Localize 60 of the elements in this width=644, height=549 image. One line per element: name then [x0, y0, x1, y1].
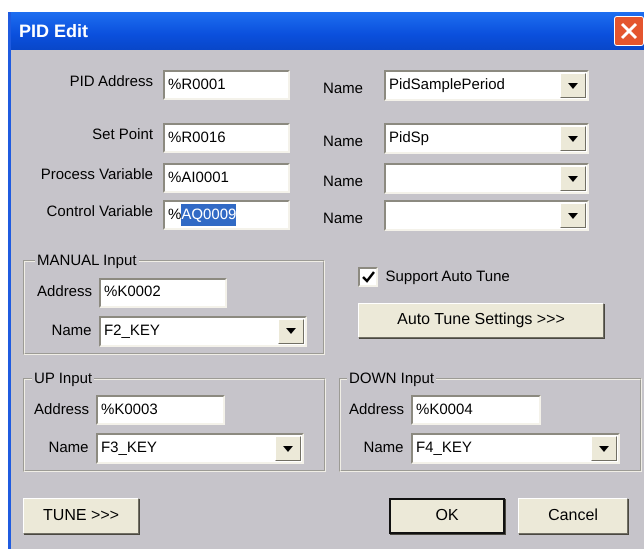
field-label: Control Variable: [46, 202, 153, 222]
field-label: Name: [323, 79, 364, 99]
dropdown-field[interactable]: [384, 163, 589, 194]
field-label: Name: [323, 132, 364, 152]
dropdown-field[interactable]: [384, 200, 589, 231]
input-field[interactable]: %R0001: [163, 70, 290, 100]
group-label: UP Input: [33, 370, 94, 387]
field-label: Process Variable: [40, 165, 153, 185]
input-field[interactable]: %AQ0009: [163, 200, 290, 230]
dropdown-field[interactable]: PidSamplePeriod: [384, 70, 589, 101]
caret-icon: [568, 82, 578, 88]
field-label: PID Address: [68, 72, 153, 92]
dropdown-value: PidSp: [389, 128, 430, 148]
close-icon: [620, 22, 638, 40]
caret-icon: [568, 136, 578, 142]
dropdown-button[interactable]: [560, 166, 586, 191]
field-label: Name: [323, 209, 364, 229]
input-field[interactable]: %K0003: [96, 395, 225, 425]
input-field[interactable]: %K0002: [99, 278, 227, 308]
dropdown-button[interactable]: [278, 318, 304, 344]
field-label: Address: [37, 282, 94, 302]
caret-icon: [599, 446, 609, 452]
input-field[interactable]: %R0016: [163, 123, 290, 153]
check-icon: [362, 271, 374, 284]
dropdown-field[interactable]: F2_KEY: [99, 316, 307, 346]
dropdown-field[interactable]: PidSp: [384, 123, 589, 154]
field-label: Address: [349, 400, 406, 420]
dropdown-button[interactable]: [560, 203, 586, 228]
caret-icon: [568, 212, 578, 218]
field-label: Name: [362, 438, 404, 458]
input-field[interactable]: %AI0001: [163, 163, 290, 193]
dropdown-value: PidSamplePeriod: [389, 75, 505, 96]
caret-icon: [286, 328, 296, 334]
field-label: Name: [323, 172, 364, 192]
dropdown-value: F3_KEY: [101, 438, 157, 458]
checkbox-label: Support Auto Tune: [386, 267, 510, 287]
dialog-button[interactable]: TUNE >>>: [23, 498, 139, 534]
dialog-button[interactable]: OK: [389, 498, 505, 534]
group-label: MANUAL Input: [36, 253, 138, 270]
field-label: Address: [34, 400, 90, 420]
dropdown-button[interactable]: [591, 436, 617, 461]
dropdown-value: F2_KEY: [104, 320, 160, 341]
dialog-button[interactable]: Cancel: [518, 498, 628, 534]
close-button[interactable]: [614, 16, 644, 46]
field-label: Name: [47, 438, 90, 458]
field-label: Name: [50, 320, 92, 341]
caret-icon: [568, 176, 578, 182]
dropdown-button[interactable]: [275, 436, 301, 461]
dropdown-field[interactable]: F4_KEY: [411, 433, 620, 464]
window-title: PID Edit: [19, 20, 88, 42]
dropdown-button[interactable]: [560, 73, 586, 98]
dropdown-value: F4_KEY: [416, 438, 472, 458]
caret-icon: [283, 446, 293, 452]
dropdown-button[interactable]: [560, 126, 586, 151]
group-label: DOWN Input: [348, 370, 436, 387]
dropdown-field[interactable]: F3_KEY: [96, 433, 304, 464]
auto-tune-settings-button[interactable]: Auto Tune Settings >>>: [358, 302, 604, 338]
field-label: Set Point: [91, 125, 153, 145]
checkbox[interactable]: [358, 267, 378, 288]
input-field[interactable]: %K0004: [411, 395, 541, 425]
